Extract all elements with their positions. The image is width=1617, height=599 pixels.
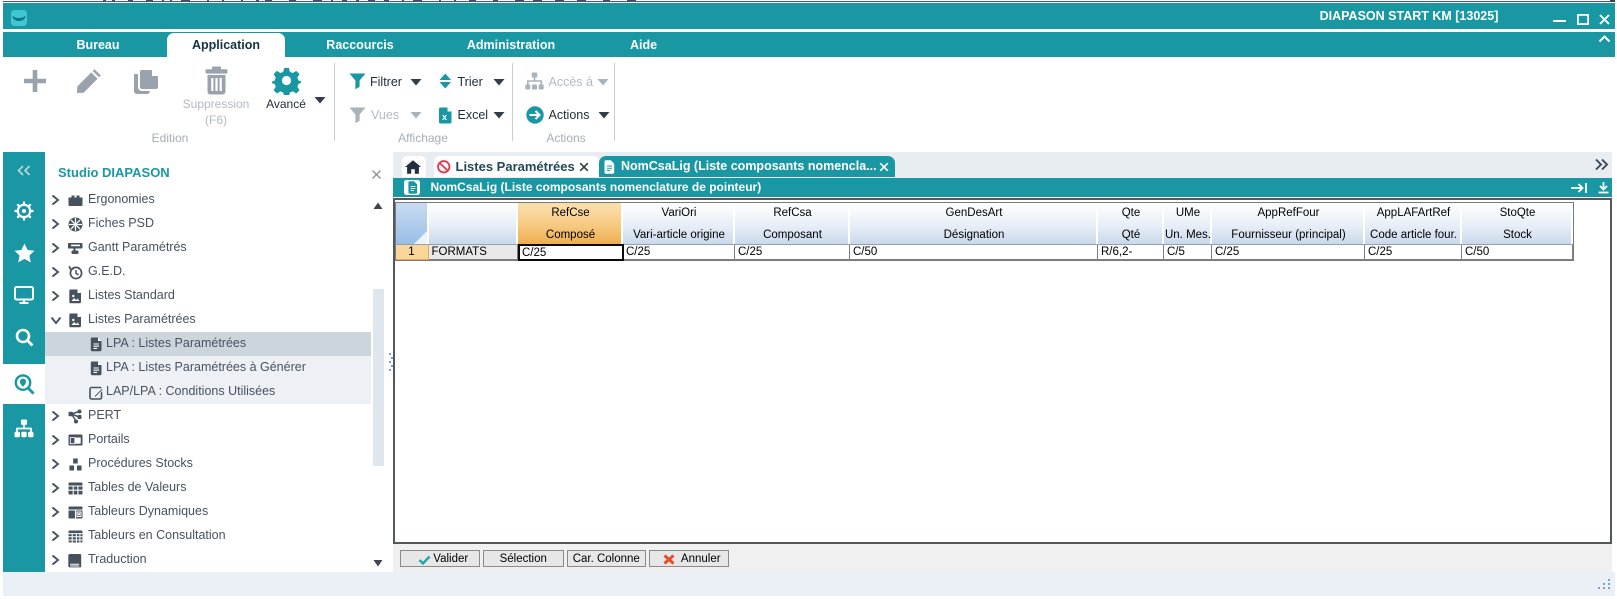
svg-text:x: x [441,112,446,122]
